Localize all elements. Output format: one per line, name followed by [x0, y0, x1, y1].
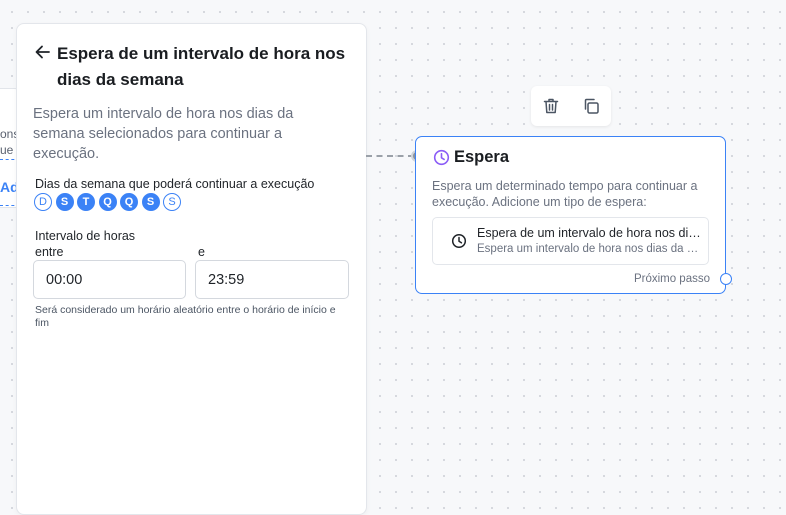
next-step-handle[interactable]: [720, 273, 732, 285]
start-time-input[interactable]: [33, 260, 186, 299]
edge-connector: [366, 155, 414, 157]
node-description: Espera um determinado tempo para continu…: [432, 179, 698, 209]
config-panel: Espera de um intervalo de hora nos dias …: [16, 23, 367, 515]
wait-type-title: Espera de um intervalo de hora nos dias …: [477, 226, 703, 240]
next-step-label: Próximo passo: [633, 273, 710, 285]
end-time-input[interactable]: [195, 260, 349, 299]
weekday-toggle[interactable]: S: [141, 193, 160, 211]
wait-node[interactable]: Espera Espera um determinado tempo para …: [415, 136, 726, 294]
node-toolbar: [531, 86, 611, 126]
wait-type-item[interactable]: Espera de um intervalo de hora nos dias …: [432, 217, 709, 265]
duplicate-node-button[interactable]: [581, 96, 601, 116]
left-node-text-fragment: ue: [0, 143, 14, 157]
weekday-toggle[interactable]: S: [163, 193, 181, 211]
weekday-toggle[interactable]: D: [34, 193, 52, 211]
hours-interval-label: Intervalo de horas: [35, 229, 136, 243]
weekday-toggle[interactable]: S: [55, 193, 74, 211]
panel-description: Espera um intervalo de hora nos dias da …: [33, 106, 294, 162]
arrow-left-icon: [35, 45, 50, 59]
panel-title: Espera de um intervalo de hora nos dias …: [57, 44, 346, 89]
wait-type-subtitle: Espera um intervalo de hora nos dias da …: [477, 243, 703, 255]
weekday-selector: D S T Q Q S S: [34, 193, 181, 211]
start-time-label: entre: [35, 245, 64, 259]
clock-icon: [451, 233, 467, 249]
node-title: Espera: [454, 148, 510, 166]
trash-icon: [543, 98, 559, 114]
delete-node-button[interactable]: [541, 96, 561, 116]
back-button[interactable]: [33, 42, 53, 62]
time-hint: Será considerado um horário aleatório en…: [35, 304, 336, 329]
copy-icon: [584, 98, 599, 114]
weekdays-label: Dias da semana que poderá continuar a ex…: [35, 177, 315, 191]
clock-icon: [433, 149, 450, 166]
weekday-toggle[interactable]: T: [77, 193, 95, 211]
weekday-toggle[interactable]: Q: [120, 193, 138, 211]
end-time-label: e: [198, 245, 205, 259]
weekday-toggle[interactable]: Q: [98, 193, 117, 211]
